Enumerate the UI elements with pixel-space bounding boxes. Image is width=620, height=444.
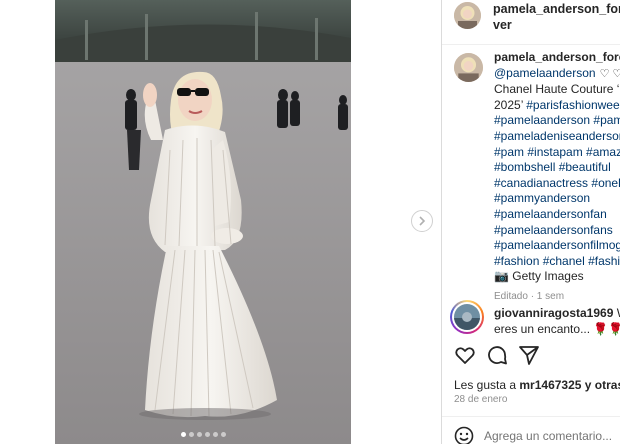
next-photo-button[interactable] xyxy=(411,210,433,232)
avatar-image xyxy=(454,304,480,330)
caption-link[interactable]: #pam #instapam #amazir xyxy=(494,145,620,159)
caption-line: #canadianactress #onelov xyxy=(494,176,620,192)
caption-link[interactable]: #pamelaandersonfan xyxy=(494,207,607,221)
caption-line: #pamelaanderson #pama xyxy=(494,113,620,129)
caption-line: #pam #instapam #amazir xyxy=(494,145,620,161)
caption-text: pamela_anderson_foreve @pamelaanderson♡ ♡… xyxy=(494,50,620,305)
photo-illustration xyxy=(55,0,351,444)
post-side-panel: pamela_anderson_forever pamela_anderson_… xyxy=(442,0,620,444)
add-comment-row xyxy=(454,426,620,444)
post-date[interactable]: 28 de enero xyxy=(454,394,507,405)
caption-meta: Editado · 1 sem xyxy=(494,290,565,302)
caption-segment: 📷 Getty Images xyxy=(494,269,584,284)
caption-line: #pammyanderson xyxy=(494,191,620,207)
caption-line: #pamelaandersonfilmogra xyxy=(494,238,620,254)
post-header: pamela_anderson_forever xyxy=(454,0,620,44)
caption-segment: 2025’ xyxy=(494,97,527,112)
caption-username[interactable]: pamela_anderson_foreve xyxy=(494,50,620,64)
likes-prefix: Les gusta a xyxy=(454,378,520,392)
comment-text: giovanniragosta1969 WO eres un encanto..… xyxy=(494,306,620,337)
commenter-avatar[interactable] xyxy=(450,300,484,334)
comment-line-2: eres un encanto... xyxy=(494,321,591,336)
caption-line: 📷 Getty Images xyxy=(494,269,620,285)
caption-line: 2025’ #parisfashionweek xyxy=(494,98,620,114)
caption-link[interactable]: #canadianactress #onelov xyxy=(494,176,620,190)
author-avatar[interactable] xyxy=(454,2,481,29)
caption-line: Chanel Haute Couture ‘Pr xyxy=(494,82,620,98)
author-username[interactable]: pamela_anderson_forever xyxy=(493,1,620,33)
caption-author-avatar[interactable] xyxy=(454,53,483,82)
like-icon[interactable] xyxy=(454,344,476,366)
carousel-dot xyxy=(196,432,202,437)
carousel-dot xyxy=(188,432,194,437)
caption-link[interactable]: #pammyanderson xyxy=(494,191,590,205)
caption-line: #pamelaandersonfan xyxy=(494,207,620,223)
caption-line: #bombshell #beautiful xyxy=(494,160,620,176)
caption-link[interactable]: #pamelaanderson #pama xyxy=(494,113,620,127)
emoji-icon[interactable] xyxy=(454,426,474,444)
carousel-dots xyxy=(55,424,351,442)
caption-line: #fashion #chanel #fashion xyxy=(494,254,620,270)
share-icon[interactable] xyxy=(518,344,540,366)
caption-link[interactable]: #bombshell #beautiful xyxy=(494,160,611,174)
caption-line: @pamelaanderson ♡ ♡ xyxy=(494,66,620,83)
comment-roses: 🌹🌹🌹 xyxy=(593,321,620,336)
header-separator xyxy=(442,44,620,45)
caption-link[interactable]: #pameladeniseanderson #amazin xyxy=(494,129,620,143)
likes-suffix[interactable]: y otras pe xyxy=(581,378,620,392)
post-photo[interactable] xyxy=(55,0,351,444)
caption-segment: Chanel Haute Couture ‘Pr xyxy=(494,82,620,97)
carousel-dot xyxy=(180,432,186,437)
comment-input[interactable] xyxy=(484,429,620,443)
caption-line: #pameladeniseanderson #amazin xyxy=(494,129,620,145)
comment-icon[interactable] xyxy=(486,344,508,366)
avatar-image xyxy=(454,2,481,29)
chevron-right-icon xyxy=(419,216,426,226)
comment-separator xyxy=(442,416,620,417)
commenter-username[interactable]: giovanniragosta1969 xyxy=(494,306,613,320)
likes-summary[interactable]: Les gusta a mr1467325 y otras pe xyxy=(454,378,620,392)
avatar-image xyxy=(454,53,483,82)
caption-line: #pamelaandersonfans xyxy=(494,223,620,239)
caption-link[interactable]: #pamelaandersonfans xyxy=(494,223,613,237)
carousel-dot xyxy=(204,432,210,437)
caption-link[interactable]: #pamelaandersonfilmogra xyxy=(494,238,620,252)
heart-emoji: ♡ ♡ xyxy=(599,67,620,80)
caption-line: pamela_anderson_foreve xyxy=(494,50,620,66)
caption-link[interactable]: #fashion #chanel #fashion xyxy=(494,254,620,268)
carousel-dot xyxy=(220,432,226,437)
caption-link[interactable]: @pamelaanderson xyxy=(494,66,596,80)
carousel-dot xyxy=(212,432,218,437)
likes-user[interactable]: mr1467325 xyxy=(519,378,581,392)
caption-link[interactable]: #parisfashionweek xyxy=(526,98,620,112)
